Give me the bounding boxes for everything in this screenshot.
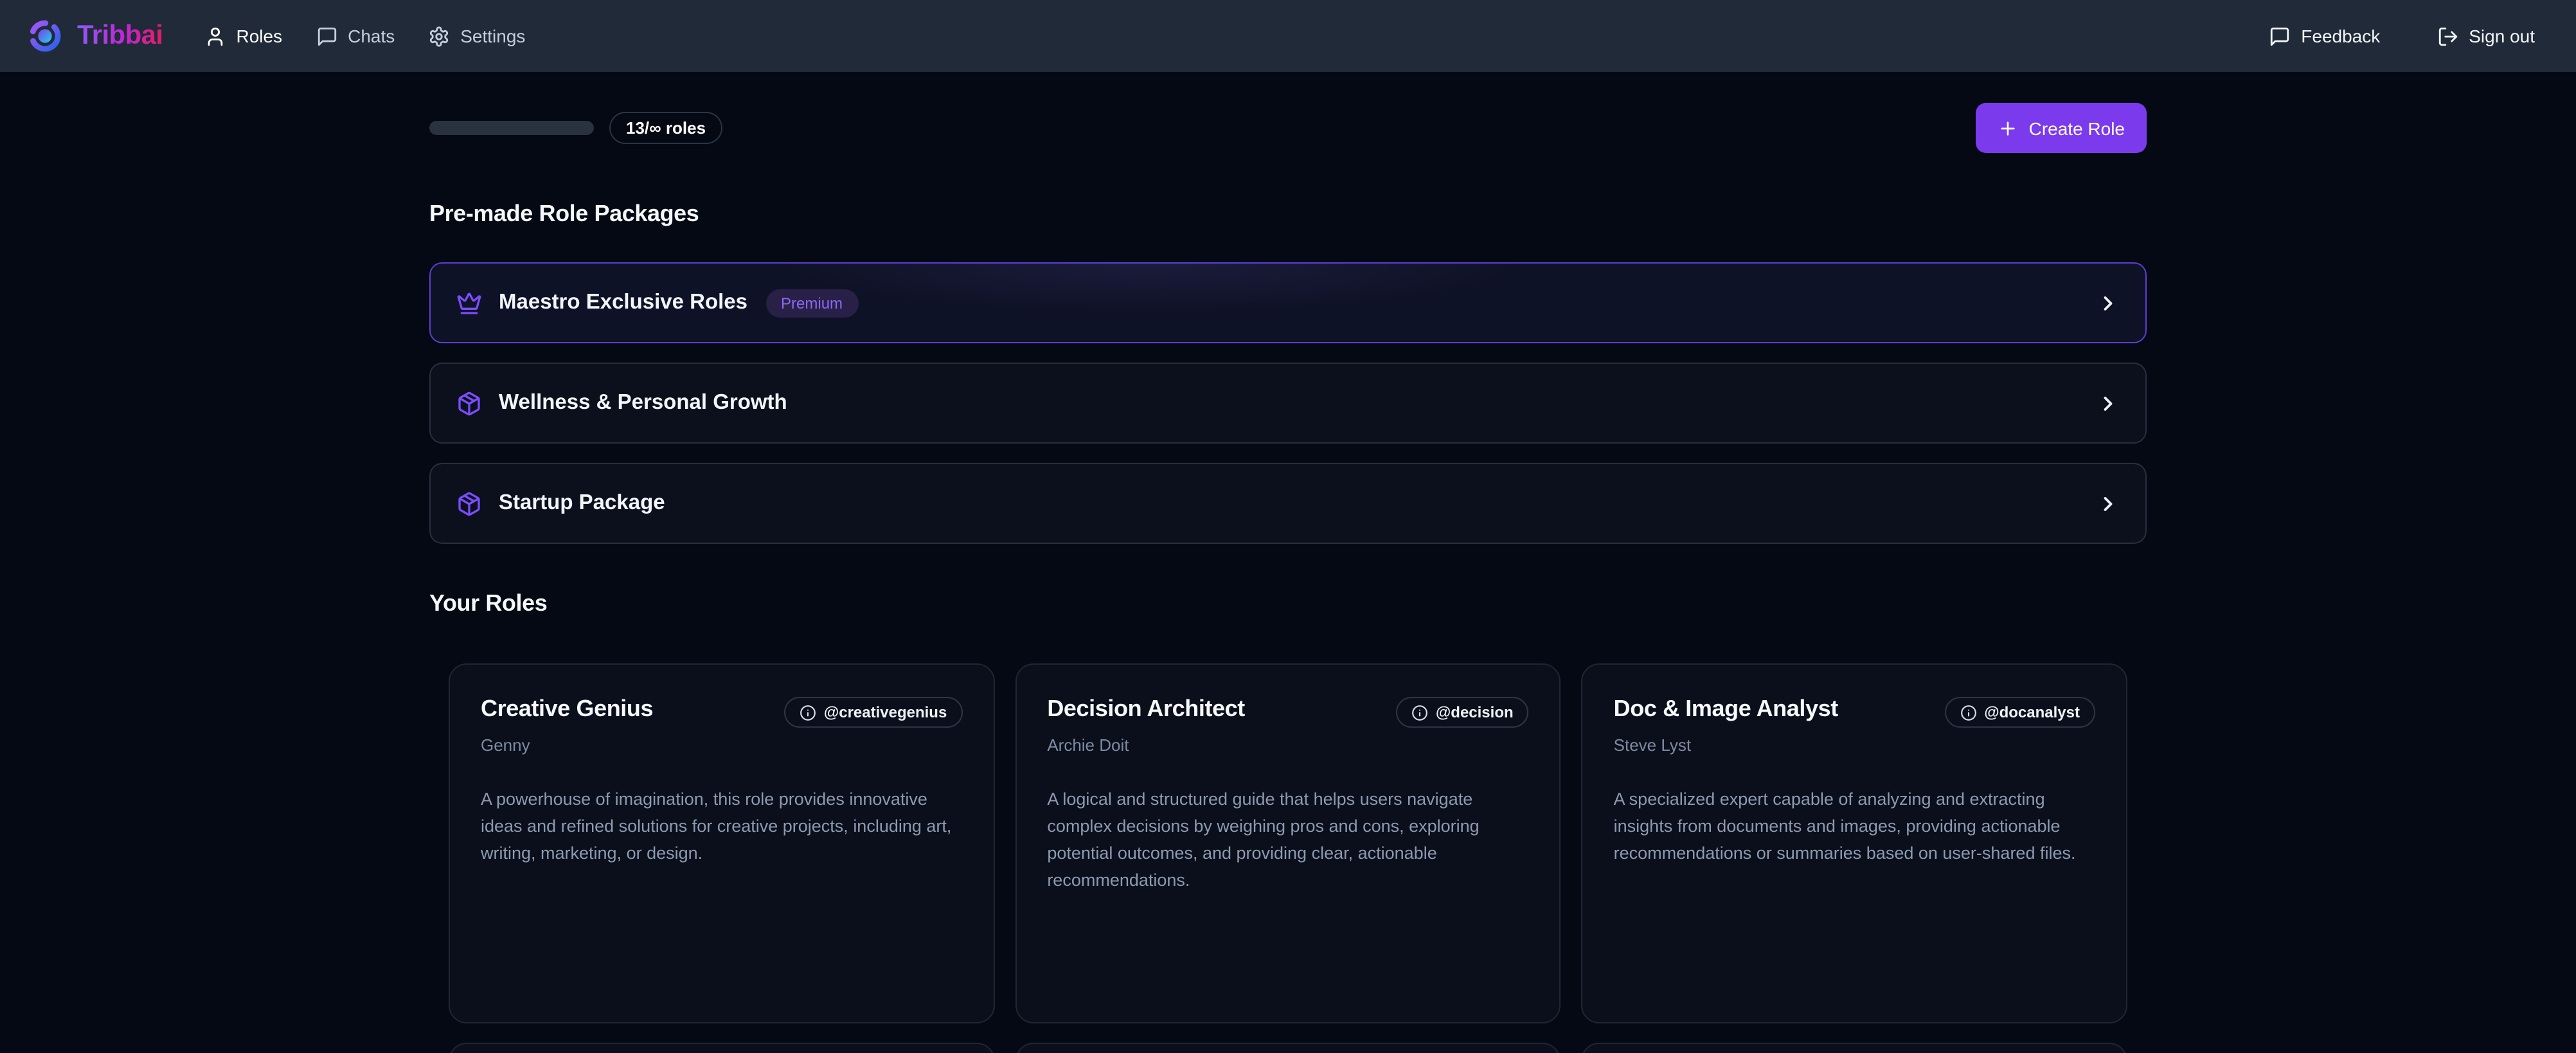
create-role-button[interactable]: Create Role [1976,103,2147,153]
role-card-partial[interactable] [1582,1043,2127,1053]
premium-badge: Premium [765,289,858,317]
signout-button[interactable]: Sign out [2437,25,2535,47]
role-subtitle: Steve Lyst [1614,735,2095,755]
brand-logo[interactable]: Tribbai [26,17,163,55]
role-handle-badge[interactable]: @creativegenius [784,697,963,728]
roles-toolbar: 13/∞ roles Create Role [429,103,2147,153]
role-subtitle: Archie Doit [1047,735,1528,755]
roles-progress-bar [429,121,594,135]
package-icon [456,491,482,516]
role-title: Creative Genius [481,696,653,723]
chevron-right-icon [2097,291,2120,314]
role-title: Doc & Image Analyst [1614,696,1838,723]
role-card-decision-architect[interactable]: Decision Architect @decision Archie Doit… [1015,663,1561,1023]
package-title: Startup Package [499,491,665,516]
package-icon [456,390,482,416]
info-icon [1411,704,1428,721]
role-handle: @decision [1436,703,1514,721]
gear-icon [428,25,450,47]
role-handle-badge[interactable]: @docanalyst [1944,697,2095,728]
info-icon [800,704,816,721]
package-list: Maestro Exclusive Roles Premium Wellness… [429,262,2147,544]
chat-bubble-icon [2269,25,2291,47]
user-icon [204,25,226,47]
card-header: Doc & Image Analyst @docanalyst [1614,696,2095,728]
nav-item-settings[interactable]: Settings [428,25,525,47]
role-card-partial[interactable] [1015,1043,1561,1053]
card-header: Creative Genius @creativegenius [481,696,962,728]
tribbai-logo-icon [26,17,64,55]
package-row-maestro[interactable]: Maestro Exclusive Roles Premium [429,262,2147,343]
role-card-doc-image-analyst[interactable]: Doc & Image Analyst @docanalyst Steve Ly… [1582,663,2127,1023]
role-handle: @docanalyst [1984,703,2080,721]
page: Tribbai Roles Chats Settings Feedback [0,0,2576,1053]
role-cards-grid-partial [449,1043,2127,1053]
role-cards-grid: Creative Genius @creativegenius Genny A … [449,663,2127,1023]
chevron-right-icon [2097,492,2120,515]
nav-right: Feedback Sign out [2269,25,2535,47]
role-subtitle: Genny [481,735,962,755]
feedback-button[interactable]: Feedback [2269,25,2380,47]
role-card-partial[interactable] [449,1043,994,1053]
create-role-label: Create Role [2029,118,2125,138]
role-card-creative-genius[interactable]: Creative Genius @creativegenius Genny A … [449,663,994,1023]
nav-item-roles[interactable]: Roles [204,25,283,47]
role-title: Decision Architect [1047,696,1245,723]
crown-icon [456,290,482,316]
chat-bubble-icon [316,25,337,47]
nav-items: Roles Chats Settings [204,25,526,47]
role-handle-badge[interactable]: @decision [1396,697,1529,728]
premade-section-title: Pre-made Role Packages [429,201,2147,228]
nav-item-label: Roles [237,26,283,46]
brand-name: Tribbai [77,21,163,51]
navbar: Tribbai Roles Chats Settings Feedback [0,0,2576,72]
package-title: Maestro Exclusive Roles [499,291,747,315]
package-row-startup[interactable]: Startup Package [429,463,2147,544]
main-content: 13/∞ roles Create Role Pre-made Role Pac… [429,103,2147,1053]
package-row-wellness[interactable]: Wellness & Personal Growth [429,363,2147,444]
feedback-label: Feedback [2301,26,2380,46]
logout-icon [2437,25,2458,47]
nav-item-chats[interactable]: Chats [316,25,395,47]
role-description: A powerhouse of imagination, this role p… [481,787,962,868]
card-header: Decision Architect @decision [1047,696,1528,728]
chevron-right-icon [2097,392,2120,415]
role-description: A specialized expert capable of analyzin… [1614,787,2095,868]
plus-icon [1998,118,2019,138]
roles-count-badge: 13/∞ roles [609,112,722,144]
your-roles-section-title: Your Roles [429,590,2147,617]
package-title: Wellness & Personal Growth [499,391,787,415]
signout-label: Sign out [2469,26,2535,46]
info-icon [1960,704,1976,721]
nav-item-label: Chats [348,26,395,46]
role-handle: @creativegenius [824,703,947,721]
role-description: A logical and structured guide that help… [1047,787,1528,894]
nav-item-label: Settings [460,26,525,46]
